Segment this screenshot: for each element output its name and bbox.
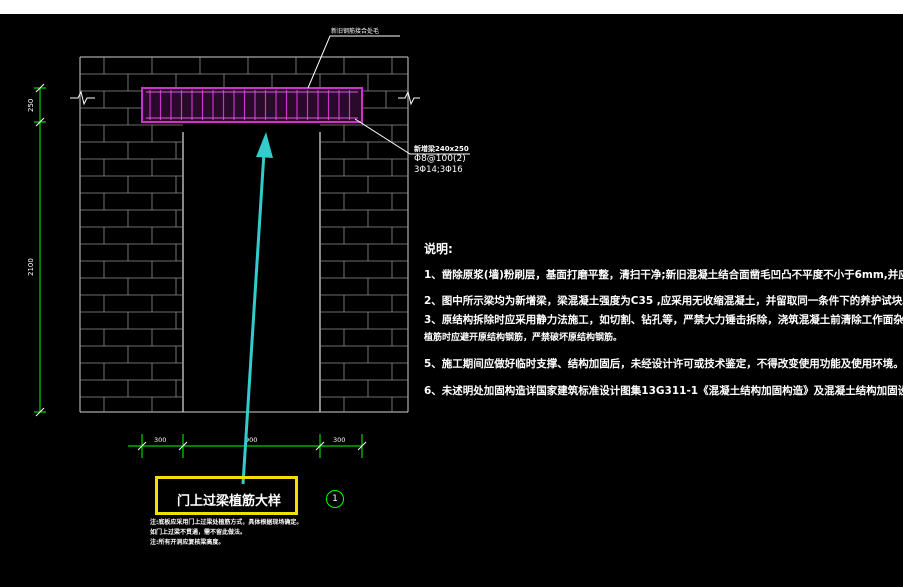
note-item-6: 6、未述明处加固构造详国家建筑标准设计图集13G311-1《混凝土结构加固构造》…: [424, 385, 903, 397]
left-dimension-lines: [34, 83, 46, 417]
drawing-title: 门上过梁植筋大样: [177, 494, 282, 509]
notes-panel: 说明: 1、凿除原浆(墙)粉刷层，基面打磨平整，清扫干净;新旧混凝土结合面凿毛凹…: [424, 240, 903, 398]
dim-top-label: 250: [27, 99, 35, 112]
drawing-canvas: 新旧钢筋接合处毛 新增梁240x250 Φ8@100(2) 3Φ14;3Φ16 …: [0, 14, 903, 587]
note-item-3: 3、原结构拆除时应采用静力法施工，如切割、钻孔等，严禁大力锤击拆除，浇筑混凝土前…: [424, 314, 903, 326]
footnote-line-1: 注:底板应采用门上过梁处植筋方式，具体根据现场确定。: [150, 519, 303, 526]
footnote: 注:底板应采用门上过梁处植筋方式，具体根据现场确定。 如门上过梁不贯通，需不留此…: [150, 518, 410, 548]
annotation-arrow: [241, 132, 273, 485]
beam-spec-line3: 3Φ14;3Φ16: [414, 165, 463, 175]
note-item-1: 1、凿除原浆(墙)粉刷层，基面打磨平整，清扫干净;新旧混凝土结合面凿毛凹凸不平度…: [424, 269, 903, 281]
note-item-3-cont: 植筋时应避开原结构钢筋，严禁破坏原结构钢筋。: [424, 333, 623, 343]
dim-left-label: 2100: [27, 258, 35, 276]
detail-number-badge: 1: [326, 490, 344, 508]
note-item-2: 2、图中所示梁均为新增梁，梁混凝土强度为C35 ,应采用无收缩混凝土，并留取同一…: [424, 295, 903, 307]
note-item-5: 5、施工期间应做好临时支撑、结构加固后，未经设计许可或技术鉴定，不得改变使用功能…: [424, 358, 903, 370]
top-callout-label: 新旧钢筋接合处毛: [331, 27, 379, 35]
notes-heading: 说明:: [424, 242, 453, 256]
footnote-line-2: 如门上过梁不贯通，需不留此做法。: [150, 529, 247, 536]
top-callout-leader: [307, 35, 400, 89]
lintel-beam: [141, 87, 363, 123]
dim-bottom-left-label: 300: [154, 436, 166, 444]
beam-spec-line1: 新增梁240x250: [414, 144, 469, 153]
footnote-line-3: 注:所有开洞应复核梁高度。: [150, 539, 225, 546]
dim-bottom-right-label: 300: [333, 436, 345, 444]
beam-spec-line2: Φ8@100(2): [414, 154, 466, 164]
